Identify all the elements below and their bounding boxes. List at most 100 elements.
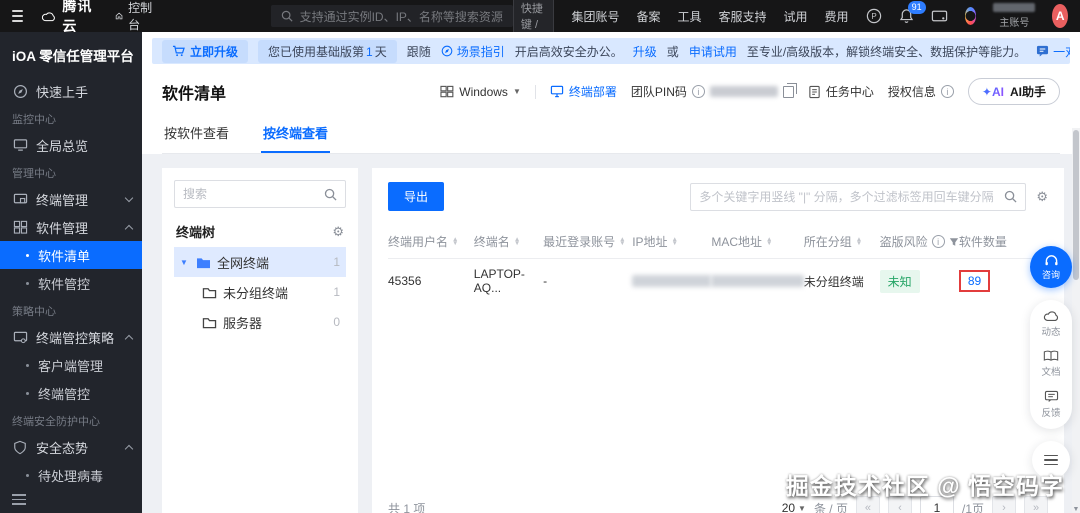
float-item-news[interactable]: 动态 [1030,310,1072,338]
sort-icon[interactable]: ▲ ▼ [766,237,772,246]
sort-icon[interactable]: ▲ ▼ [856,237,862,246]
tree-node-ungrouped[interactable]: 未分组终端 1 [174,277,346,307]
task-center-link[interactable]: 任务中心 [808,83,874,100]
info-icon[interactable]: i [691,85,705,98]
column-header-username[interactable]: 终端用户名 ▲ ▼ [388,233,474,250]
sidebar-item-security-posture[interactable]: 安全态势 [0,433,142,461]
terminal-deploy-link[interactable]: 终端部署 [550,83,617,100]
float-list-button[interactable] [1032,441,1070,479]
sidebar-collapse-icon[interactable] [12,494,26,505]
column-header-group[interactable]: 所在分组 ▲ ▼ [804,233,880,250]
last-page-button[interactable]: » [1024,496,1048,513]
account-info[interactable]: 主账号 [993,3,1036,29]
menu-item-tools[interactable]: 工具 [678,8,702,25]
consult-float-button[interactable]: 咨询 [1030,246,1072,288]
filter-box[interactable] [690,182,1027,211]
one-on-one-consult-link[interactable]: 一对一咨询 [1036,43,1070,60]
tree-header: 终端树 ⚙ [176,222,344,241]
info-icon: i [940,85,954,98]
column-header-piracy-risk[interactable]: 盗版风险 i [880,233,959,250]
float-item-docs[interactable]: 文档 [1030,350,1072,378]
sidebar-item-quick-start[interactable]: 快速上手 [0,77,142,105]
column-header-recent-login[interactable]: 最近登录账号 ▲ ▼ [543,233,632,250]
tree-search-input[interactable] [183,187,318,201]
sort-icon[interactable]: ▲ ▼ [452,237,458,246]
sidebar-item-software-list[interactable]: 软件清单 [0,241,142,269]
page-total-label: /1页 [961,501,984,513]
body: iOA 零信任管理平台 快速上手 监控中心 全局总览 管理中心 终端管理 软件管… [0,32,1080,513]
next-page-button[interactable]: › [992,496,1016,513]
tab-by-terminal[interactable]: 按终端查看 [261,117,331,153]
sidebar-item-terminal-management[interactable]: 终端管理 [0,185,142,213]
tree-expander-icon[interactable]: ▼ [180,258,190,267]
risk-badge: 未知 [879,269,920,293]
menu-item-support[interactable]: 客服支持 [719,8,767,25]
sort-icon[interactable]: ▲ ▼ [619,237,625,246]
column-settings-gear-icon[interactable]: ⚙ [1036,189,1048,205]
coupon-icon[interactable] [931,9,948,23]
page-size-selector[interactable]: 20 ▼ [782,501,806,513]
menu-item-group-account[interactable]: 集团账号 [571,8,619,25]
column-header-mac[interactable]: MAC地址 ▲ ▼ [711,233,803,250]
hamburger-menu-icon[interactable] [12,10,24,22]
tree-node-servers[interactable]: 服务器 0 [174,307,346,337]
column-label: 最近登录账号 [543,235,616,249]
avatar[interactable]: A [1052,4,1068,28]
topbar: 腾讯云 控制台 支持通过实例ID、IP、名称等搜索资源 快捷键 / 集团账号 备… [0,0,1080,35]
shortcut-hint[interactable]: 快捷键 / [512,0,555,35]
tree-search-box[interactable] [174,180,346,208]
menu-item-billing[interactable]: 费用 [825,8,849,25]
os-selector[interactable]: Windows ▼ [440,85,521,99]
menu-item-filing[interactable]: 备案 [636,8,660,25]
sort-icon[interactable]: ▲ ▼ [514,237,520,246]
total-items-label: 共 1 项 [388,501,426,513]
sidebar-item-software-control[interactable]: 软件管控 [0,269,142,297]
menu-item-trial[interactable]: 试用 [784,8,808,25]
colorful-ring-icon[interactable] [964,7,977,25]
sidebar-item-terminal-control[interactable]: 终端管控 [0,379,142,407]
sort-icon[interactable]: ▲ ▼ [672,237,678,246]
sidebar-item-client-management[interactable]: 客户端管理 [0,351,142,379]
gear-icon[interactable]: ⚙ [332,224,344,240]
upgrade-now-button[interactable]: 立即升级 [162,39,249,63]
filter-input[interactable] [699,189,999,204]
sidebar-item-terminal-policy[interactable]: 终端管控策略 [0,323,142,351]
first-page-button[interactable]: « [855,496,880,513]
page-number-input[interactable] [919,496,954,513]
banner-trial-link[interactable]: 申请试用 [689,43,737,60]
redacted-ip-value [632,275,712,287]
ai-assistant-button[interactable]: ✦AI AI助手 [967,78,1060,105]
console-link[interactable]: 控制台 [115,0,153,33]
banner-upgrade-link[interactable]: 升级 [633,43,657,60]
scene-guide-link[interactable]: 场景指引 [441,43,505,60]
tree-node-all-terminals[interactable]: ▼ 全网终端 1 [174,247,346,277]
float-item-feedback[interactable]: 反馈 [1030,390,1072,419]
scrollbar-thumb[interactable] [1073,130,1079,280]
caret-down-icon: ▼ [512,87,521,96]
prev-page-button[interactable]: ‹ [887,496,912,513]
software-count-link[interactable]: 89 [958,270,991,292]
export-button[interactable]: 导出 [388,182,445,211]
bullet-dot [26,473,29,477]
table-row[interactable]: 45356 LAPTOP-AQ... - 未分组终端 未知 89 [388,259,1048,303]
sidebar-item-global-overview[interactable]: 全局总览 [0,131,142,159]
copy-icon[interactable] [782,82,797,98]
vertical-scrollbar[interactable]: ▼ [1072,128,1080,513]
scrollbar-down-arrow[interactable]: ▼ [1072,506,1080,513]
chevron-down-icon [124,193,134,202]
sidebar-item-label: 终端管控策略 [36,330,115,346]
column-header-ip[interactable]: IP地址 ▲ ▼ [632,233,711,250]
auth-info-link[interactable]: 授权信息 i [888,83,954,100]
tab-by-software[interactable]: 按软件查看 [162,117,231,153]
content: 终端树 ⚙ ▼ 全网终端 1 未分组终端 1 [142,154,1080,513]
consult-label: 咨询 [1041,269,1060,280]
filter-funnel-icon[interactable] [949,237,959,247]
sidebar-item-pending-virus[interactable]: 待处理病毒 [0,461,142,489]
notification-bell[interactable]: 91 [899,1,926,24]
sidebar-item-software-management[interactable]: 软件管理 [0,213,142,241]
topbar-search[interactable]: 支持通过实例ID、IP、名称等搜索资源 [270,5,513,27]
tencent-cloud-logo[interactable]: 腾讯云 [41,0,93,36]
brand-name: 腾讯云 [62,0,93,34]
p-circle-icon[interactable]: P [866,8,882,24]
column-header-terminal-name[interactable]: 终端名 ▲ ▼ [474,233,543,250]
